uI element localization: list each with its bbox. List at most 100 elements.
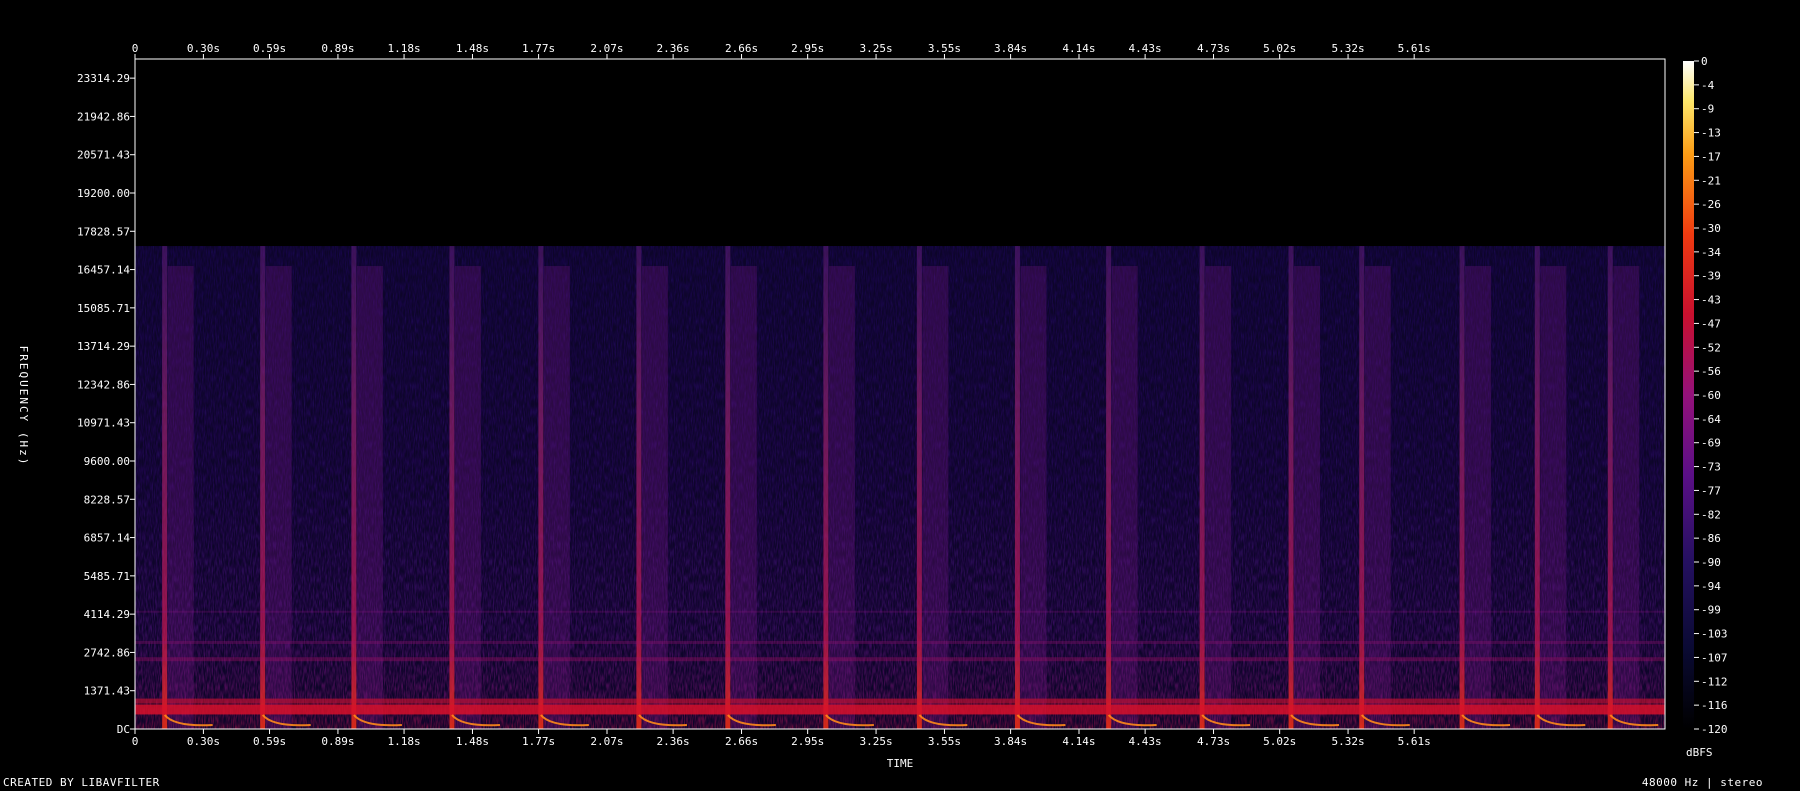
- harmonic-band: [135, 698, 1665, 704]
- colorbar-tick-label: -21: [1701, 174, 1721, 187]
- onset-strike: [538, 246, 544, 729]
- x-tick-label: 1.18s: [387, 42, 420, 55]
- x-tick-label: 3.84s: [994, 735, 1027, 748]
- x-tick-label: 4.43s: [1129, 735, 1162, 748]
- onset-strike: [162, 246, 168, 729]
- x-tick-label: 1.77s: [522, 42, 555, 55]
- onset-strike: [823, 246, 829, 729]
- onset-strike: [1607, 246, 1613, 729]
- harmonic-band: [135, 704, 1665, 715]
- x-tick-label: 5.61s: [1398, 735, 1431, 748]
- x-tick-label: 0: [132, 735, 139, 748]
- colorbar: 0 -4 -9 -13 -17 -21 -26 -30 -34 -39 -43 -47 -52 -56 -6…: [1683, 55, 1728, 759]
- x-tick-label: 1.48s: [456, 735, 489, 748]
- onset-strike: [1288, 246, 1294, 729]
- colorbar-tick-label: -56: [1701, 365, 1721, 378]
- x-tick-label: 2.07s: [590, 42, 623, 55]
- y-tick-label: 19200.00: [77, 187, 130, 200]
- colorbar-label: dBFS: [1686, 746, 1713, 759]
- x-tick-label: 0.89s: [321, 42, 354, 55]
- x-tick-label: 1.77s: [522, 735, 555, 748]
- x-axis-bottom-ticks: 0 0.30s 0.59s 0.89s 1.18s 1.48s 1.77s 2.07s 2.36…: [132, 729, 1431, 748]
- colorbar-tick-label: -94: [1701, 580, 1721, 593]
- footer-sample-info: 48000 Hz | stereo: [1641, 776, 1763, 789]
- y-tick-label: 15085.71: [77, 302, 130, 315]
- footer-credit: CREATED BY LIBAVFILTER: [3, 776, 160, 789]
- colorbar-tick-label: -30: [1701, 222, 1721, 235]
- colorbar-tick-label: -64: [1701, 413, 1721, 426]
- harmonic-band: [135, 657, 1665, 662]
- y-tick-label: 4114.29: [84, 608, 130, 621]
- onset-strike: [1459, 246, 1465, 729]
- y-tick-label: 21942.86: [77, 110, 130, 123]
- colorbar-tick-label: -47: [1701, 317, 1721, 330]
- y-tick-label: 10971.43: [77, 417, 130, 430]
- colorbar-tick-label: -107: [1701, 651, 1728, 664]
- x-tick-label: 5.61s: [1398, 42, 1431, 55]
- colorbar-tick-label: -13: [1701, 127, 1721, 140]
- y-tick-label: 13714.29: [77, 340, 130, 353]
- onset-strike: [725, 246, 731, 729]
- x-tick-label: 1.48s: [456, 42, 489, 55]
- x-tick-label: 5.32s: [1331, 735, 1364, 748]
- colorbar-tick-label: -73: [1701, 461, 1721, 474]
- harmonic-band: [135, 610, 1665, 613]
- x-tick-label: 2.95s: [791, 42, 824, 55]
- x-tick-label: 3.25s: [859, 735, 892, 748]
- x-tick-label: 5.02s: [1263, 735, 1296, 748]
- x-tick-label: 2.36s: [657, 42, 690, 55]
- x-tick-label: 2.66s: [725, 735, 758, 748]
- x-tick-label: 4.43s: [1129, 42, 1162, 55]
- y-tick-label: 16457.14: [77, 264, 130, 277]
- colorbar-tick-label: -17: [1701, 150, 1721, 163]
- colorbar-tick-label: -116: [1701, 699, 1728, 712]
- colorbar-tick-label: -43: [1701, 294, 1721, 307]
- colorbar-tick-label: -112: [1701, 675, 1728, 688]
- spectrogram-plot-area: [134, 58, 1666, 730]
- colorbar-tick-label: -4: [1701, 79, 1715, 92]
- x-tick-label: 4.73s: [1197, 735, 1230, 748]
- x-tick-label: 3.84s: [994, 42, 1027, 55]
- x-tick-label: 0.30s: [187, 735, 220, 748]
- y-tick-label: 6857.14: [84, 532, 131, 545]
- onset-strike: [1359, 246, 1365, 729]
- x-tick-label: 0.59s: [253, 735, 286, 748]
- y-tick-label: 17828.57: [77, 225, 130, 238]
- x-tick-label: 2.36s: [657, 735, 690, 748]
- y-tick-label: 12342.86: [77, 378, 130, 391]
- x-tick-label: 0.30s: [187, 42, 220, 55]
- onset-strike: [351, 246, 357, 729]
- colorbar-tick-label: -9: [1701, 103, 1714, 116]
- y-tick-label: 9600.00: [84, 455, 130, 468]
- spectrogram-chart: 0 0.30s 0.59s 0.89s 1.18s 1.48s 1.77s 2.07s 2.36…: [17, 42, 1728, 770]
- colorbar-tick-label: -26: [1701, 198, 1721, 211]
- x-axis-top-ticks: 0 0.30s 0.59s 0.89s 1.18s 1.48s 1.77s 2.07s 2.36…: [132, 42, 1431, 59]
- colorbar-tick-label: -60: [1701, 389, 1721, 402]
- x-tick-label: 3.55s: [928, 735, 961, 748]
- colorbar-tick-label: -103: [1701, 628, 1728, 641]
- x-tick-label: 5.02s: [1263, 42, 1296, 55]
- colorbar-tick-label: -99: [1701, 604, 1721, 617]
- y-tick-label: 23314.29: [77, 72, 130, 85]
- onset-strike: [449, 246, 455, 729]
- y-tick-label: 8228.57: [84, 493, 130, 506]
- x-tick-label: 4.14s: [1062, 42, 1095, 55]
- harmonic-band: [135, 640, 1665, 644]
- x-tick-label: 3.55s: [928, 42, 961, 55]
- colorbar-tick-label: -69: [1701, 437, 1721, 450]
- onset-strike: [636, 246, 642, 729]
- x-tick-label: 5.32s: [1331, 42, 1364, 55]
- onset-strike: [1534, 246, 1540, 729]
- x-tick-label: 4.14s: [1062, 735, 1095, 748]
- x-tick-label: 2.07s: [590, 735, 623, 748]
- colorbar-tick-label: 0: [1701, 55, 1708, 68]
- x-tick-label: 2.95s: [791, 735, 824, 748]
- colorbar-tick-label: -52: [1701, 341, 1721, 354]
- x-axis-label: TIME: [887, 757, 914, 770]
- y-tick-label: 1371.43: [84, 685, 130, 698]
- y-tick-label: 5485.71: [84, 570, 130, 583]
- x-tick-label: 3.25s: [859, 42, 892, 55]
- onset-strike: [1106, 246, 1112, 729]
- colorbar-tick-label: -82: [1701, 508, 1721, 521]
- x-tick-label: 0: [132, 42, 139, 55]
